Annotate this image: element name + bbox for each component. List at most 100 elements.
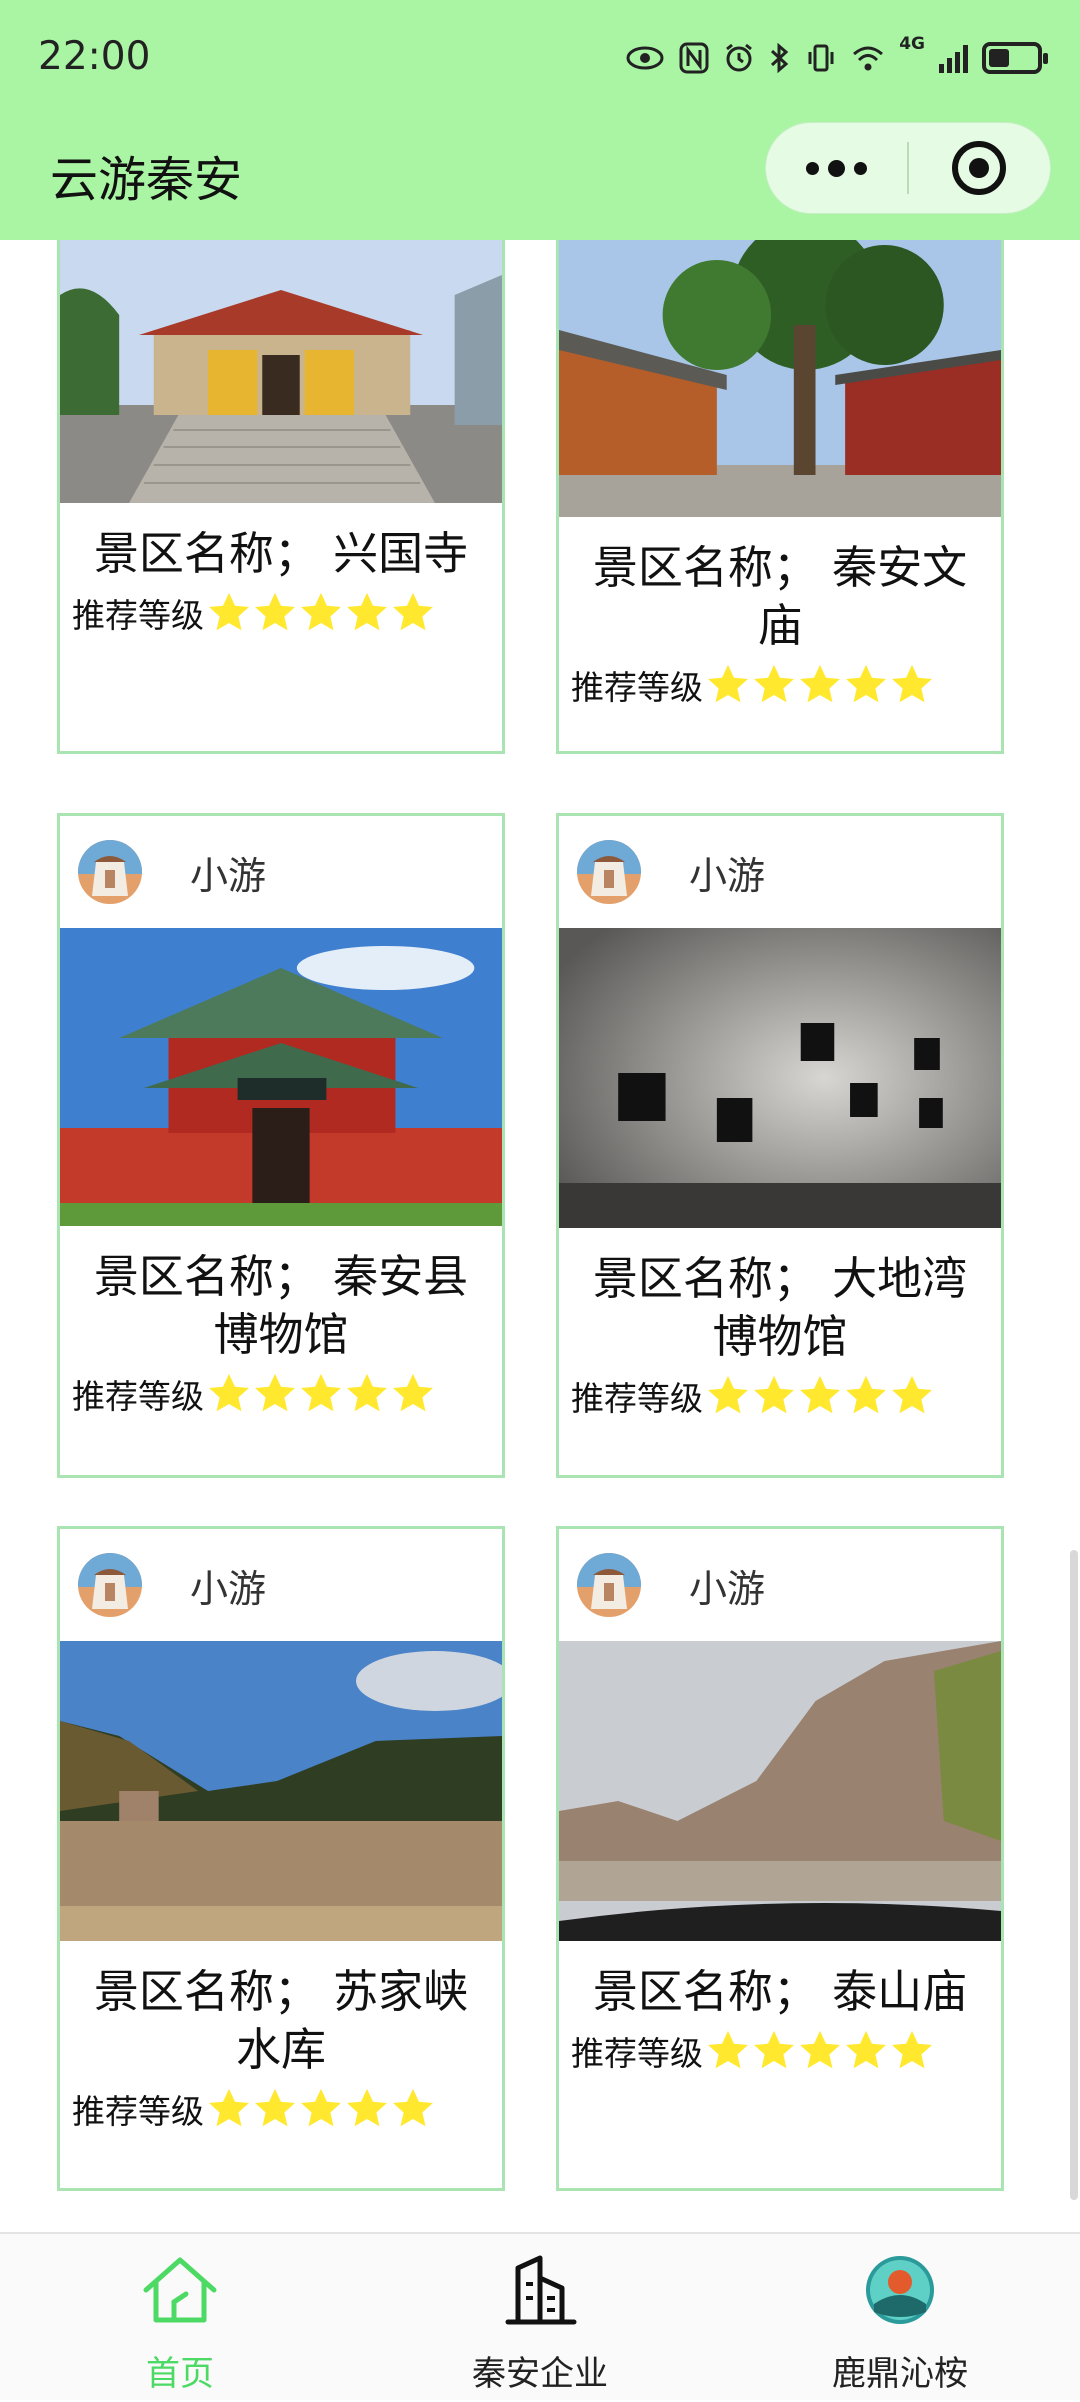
bottom-tab-bar: 首页 秦安企业 鹿鼎沁桉 [0,2232,1080,2400]
star-rating [705,1373,935,1419]
star-icon [206,1371,252,1417]
star-icon [705,2028,751,2074]
scrollbar[interactable] [1070,1550,1078,2200]
battery-icon [982,42,1048,74]
star-icon [797,1373,843,1419]
recommend-rank: 推荐等级 [60,2085,502,2133]
scenic-card[interactable]: 小游 景区名称； 秦安县博物馆 推荐等级 [57,813,505,1478]
user-name: 小游 [689,853,766,898]
user-row: 小游 [60,1529,502,1641]
nfc-icon [679,42,709,74]
star-icon [843,662,889,708]
avatar [78,1553,142,1617]
star-rating [206,1371,436,1417]
star-rating [206,590,436,636]
star-icon [344,2086,390,2132]
star-icon [705,1373,751,1419]
top-header: 22:00 4G 云游秦安 [0,0,1080,240]
star-icon [889,662,935,708]
recommend-rank: 推荐等级 [60,589,502,637]
star-icon [889,2028,935,2074]
tab-label: 鹿鼎沁桉 [832,2354,968,2394]
page-title: 云游秦安 [50,152,243,208]
avatar [78,840,142,904]
rank-label: 推荐等级 [72,596,204,635]
scenic-name: 景区名称； 大地湾博物馆 [592,1252,968,1363]
star-icon [889,1373,935,1419]
scenic-name: 景区名称； 秦安县博物馆 [93,1250,469,1361]
recommend-rank: 推荐等级 [559,1372,1001,1420]
more-menu-button[interactable] [766,123,907,213]
tab-home[interactable]: 首页 [60,2234,300,2402]
star-icon [390,1371,436,1417]
scenic-name: 景区名称； 秦安文庙 [592,541,968,652]
tab-ludingqinan[interactable]: 鹿鼎沁桉 [780,2234,1020,2402]
scenic-spot-list[interactable]: 景区名称； 兴国寺 推荐等级 景区名称； 秦安文庙 推荐等级 小游 景区名称； … [0,240,1080,2232]
rank-label: 推荐等级 [571,2034,703,2073]
star-icon [206,2086,252,2132]
star-icon [344,590,390,636]
star-icon [797,662,843,708]
star-icon [206,590,252,636]
star-icon [843,1373,889,1419]
star-icon [751,2028,797,2074]
mini-program-capsule [765,122,1051,214]
vibrate-icon [808,44,834,72]
star-rating [206,2086,436,2132]
star-icon [751,662,797,708]
status-bar: 22:00 4G [0,0,1080,118]
tab-enterprise[interactable]: 秦安企业 [420,2234,660,2402]
signal-icon [939,43,968,73]
star-icon [344,1371,390,1417]
scenic-card[interactable]: 小游 景区名称； 大地湾博物馆 推荐等级 [556,813,1004,1478]
status-time: 22:00 [38,34,151,79]
alarm-icon [726,43,753,72]
user-name: 小游 [190,853,267,898]
rank-label: 推荐等级 [72,1377,204,1416]
star-icon [705,662,751,708]
wifi-icon [853,46,884,71]
scenic-card[interactable]: 小游 景区名称； 苏家峡水库 推荐等级 [57,1526,505,2191]
user-row: 小游 [60,816,502,928]
scenic-card[interactable]: 景区名称； 兴国寺 推荐等级 [57,240,505,754]
building-icon [505,2255,577,2325]
rank-label: 推荐等级 [571,1379,703,1418]
recommend-rank: 推荐等级 [559,2027,1001,2075]
avatar [577,840,641,904]
logo-icon [866,2256,934,2324]
rank-label: 推荐等级 [72,2092,204,2131]
target-icon [952,141,1007,195]
temple-gate-photo [60,240,502,503]
star-icon [390,2086,436,2132]
tab-label: 首页 [146,2354,214,2394]
star-icon [252,1371,298,1417]
avatar [577,1553,641,1617]
user-name: 小游 [190,1566,267,1611]
gallery-wall-photo [559,928,1001,1228]
tab-label: 秦安企业 [472,2354,608,2394]
more-dot-icon [828,159,845,177]
reservoir-photo [60,1641,502,1941]
rank-label: 推荐等级 [571,668,703,707]
star-icon [797,2028,843,2074]
close-mini-program-button[interactable] [909,123,1050,213]
scenic-name: 景区名称； 兴国寺 [93,527,469,580]
mountain-road-photo [559,1641,1001,1941]
eye-icon [626,46,664,70]
star-icon [390,590,436,636]
scenic-card[interactable]: 景区名称； 秦安文庙 推荐等级 [556,240,1004,754]
scenic-name: 景区名称； 泰山庙 [592,1965,968,2018]
star-rating [705,2028,935,2074]
more-dot-icon [806,161,819,175]
star-icon [252,590,298,636]
star-icon [298,1371,344,1417]
scenic-card[interactable]: 小游 景区名称； 泰山庙 推荐等级 [556,1526,1004,2191]
star-icon [252,2086,298,2132]
star-icon [843,2028,889,2074]
status-icons: 4G [625,34,1048,80]
recommend-rank: 推荐等级 [559,661,1001,709]
recommend-rank: 推荐等级 [60,1370,502,1418]
scenic-name: 景区名称； 苏家峡水库 [93,1965,469,2076]
star-icon [298,2086,344,2132]
bluetooth-icon [771,42,789,74]
